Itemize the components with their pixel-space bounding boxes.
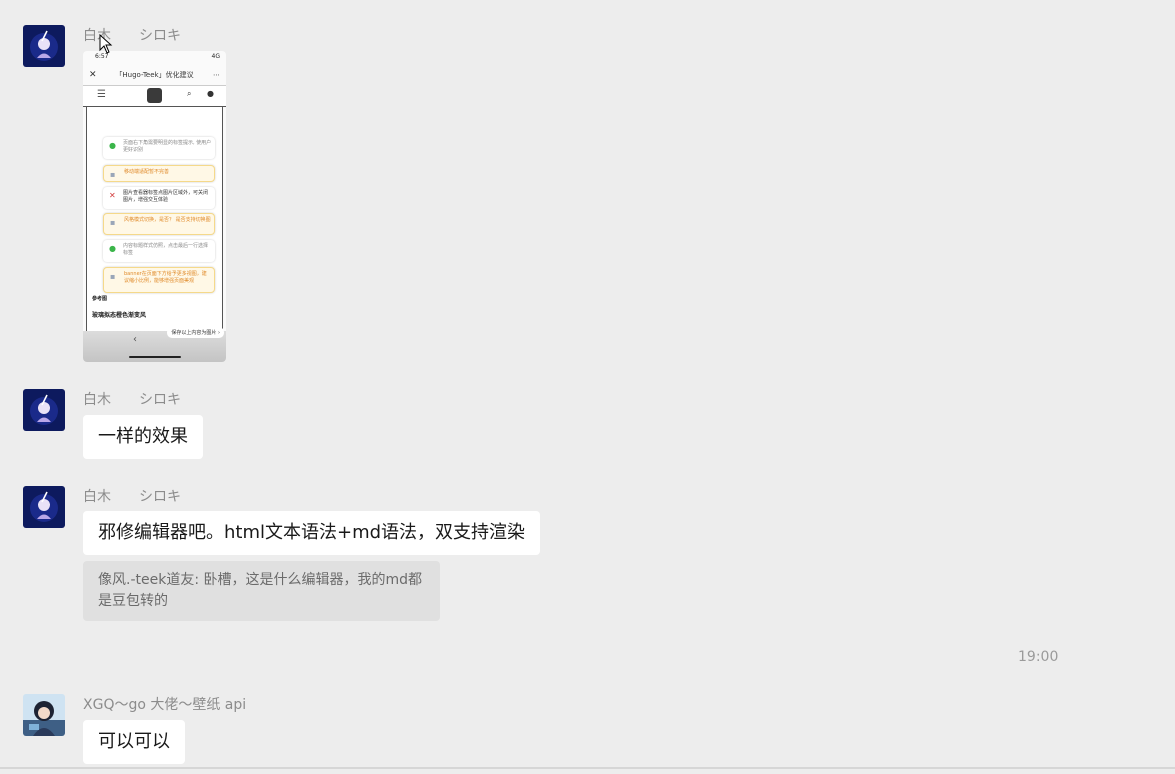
mouse-cursor-icon — [99, 34, 113, 54]
phone-status-bar: 6:57 4G — [95, 53, 220, 63]
suggestion-card: ✕ 图片查看器标签点图片区域外，可关闭图片，增强交互体验 — [103, 187, 215, 209]
footer-label: 参考图 — [92, 296, 108, 302]
check-icon: ● — [109, 141, 116, 150]
status-signal: 4G — [211, 53, 220, 60]
save-image-button: 保存以上内容为图片 › — [167, 327, 224, 338]
image-thumbnail[interactable]: 6:57 4G ✕ 「Hugo-Teek」优化建议 ⋯ ☰ ⌕ ● ● 页面右下… — [83, 51, 226, 362]
sender-label: XGQ～go 大佬～壁纸 api — [83, 695, 246, 715]
quoted-message[interactable]: 像风.-teek道友: 卧槽，这是什么编辑器，我的md都是豆包转的 — [83, 561, 440, 621]
user-icon: ● — [207, 89, 214, 98]
suggestion-card: ● 页面右下角需要明显的标签提示, 使用户更好识别 — [103, 137, 215, 159]
home-indicator — [129, 356, 181, 358]
sender-name: 白木 — [83, 489, 111, 505]
suggestion-card: ● 内容标题样式仿照，点击最后一行选择标签 — [103, 240, 215, 262]
chat-history: 白木 シロキ 6:57 4G ✕ 「Hugo-Teek」优化建议 ⋯ ☰ ⌕ ● … — [0, 0, 1175, 774]
message-bubble[interactable]: 一样的效果 — [83, 415, 203, 459]
sender-alias: シロキ — [139, 392, 181, 408]
sender-alias: シロキ — [139, 489, 181, 505]
cross-icon: ✕ — [109, 191, 116, 200]
message-bubble[interactable]: 可以可以 — [83, 720, 185, 764]
avatar[interactable] — [23, 389, 65, 431]
status-time: 6:57 — [95, 53, 109, 60]
menu-icon: ☰ — [97, 89, 106, 100]
sender-label: 白木 シロキ — [83, 487, 181, 507]
info-icon: ▪ — [110, 272, 116, 281]
suggestion-card: ▪ 移动端适配暂不完善 — [103, 165, 215, 182]
phone-nav-bar: ☰ ⌕ ● — [83, 85, 226, 107]
info-icon: ▪ — [110, 170, 116, 179]
suggestion-card: ▪ banner在页面下方给予更多视图，建议缩小比例，能够增强页面美观 — [103, 267, 215, 293]
message-bubble[interactable]: 邪修编辑器吧。html文本语法+md语法，双支持渲染 — [83, 511, 541, 555]
avatar[interactable] — [23, 694, 65, 736]
footer-title: 玻璃拟态橙色渐变风 — [92, 312, 147, 319]
sender-name: XGQ～go 大佬～壁纸 api — [83, 697, 247, 713]
more-icon: ⋯ — [213, 71, 220, 79]
sender-alias: シロキ — [139, 28, 181, 44]
phone-title-bar: ✕ 「Hugo-Teek」优化建议 ⋯ — [83, 67, 226, 83]
close-icon: ✕ — [89, 70, 97, 80]
sender-label: 白木 シロキ — [83, 390, 181, 410]
check-icon: ● — [109, 244, 116, 253]
avatar[interactable] — [23, 486, 65, 528]
back-icon: ‹ — [133, 334, 137, 345]
info-icon: ▪ — [110, 218, 116, 227]
sender-label: 白木 シロキ — [83, 26, 181, 46]
input-divider — [0, 767, 1175, 769]
sender-name: 白木 — [83, 392, 111, 408]
phone-page-title: 「Hugo-Teek」优化建议 — [115, 71, 194, 79]
timestamp: 19:00 — [1018, 649, 1059, 665]
search-icon: ⌕ — [187, 89, 192, 98]
avatar[interactable] — [23, 25, 65, 67]
site-logo — [147, 88, 162, 103]
suggestion-card: ▪ 风格模式切换，是否？ 是否支持切换图 — [103, 213, 215, 235]
